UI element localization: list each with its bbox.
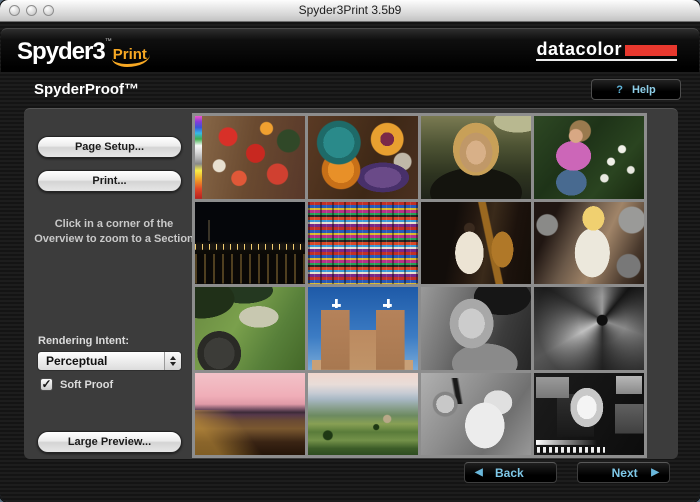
logo-print-text: Print [112, 46, 150, 67]
thumbnail-sunset-hills[interactable] [195, 373, 305, 456]
window-controls [9, 5, 54, 16]
app-window: Spyder3Print 3.5b9 Spyder3™Print datacol… [0, 0, 700, 502]
proof-grid [192, 113, 647, 458]
soft-proof-label: Soft Proof [60, 379, 113, 391]
thumbnail-adobe-church[interactable] [308, 287, 418, 370]
logo-three-text: 3 [92, 38, 104, 65]
next-label: Next [612, 466, 638, 480]
window-close-button[interactable] [9, 5, 20, 16]
soft-proof-row[interactable]: ✓ Soft Proof [40, 378, 113, 391]
thumbnail-bw-test-collage[interactable] [534, 373, 644, 456]
help-label: Help [632, 84, 656, 96]
thumbnail-blonde-portrait[interactable] [421, 116, 531, 199]
thumbnail-bw-scooter[interactable] [421, 373, 531, 456]
thumbnail-tuscan-hills[interactable] [308, 373, 418, 456]
spyder3print-logo: Spyder3™Print [17, 38, 150, 66]
thumbnail-bw-portrait[interactable] [421, 287, 531, 370]
rendering-intent-label: Rendering Intent: [38, 335, 129, 347]
page-setup-button[interactable]: Page Setup... [37, 136, 182, 158]
back-arrow-icon: ◀ [475, 468, 483, 478]
thumbnail-spiral-staircase[interactable] [534, 287, 644, 370]
window-title: Spyder3Print 3.5b9 [0, 0, 700, 21]
instruction-line-1: Click in a corner of the [55, 218, 174, 230]
thumbnail-garden-urn[interactable] [195, 287, 305, 370]
window-titlebar: Spyder3Print 3.5b9 [0, 0, 700, 22]
help-icon: ? [616, 84, 623, 96]
print-button[interactable]: Print... [37, 170, 182, 192]
brand-bar: Spyder3™Print datacolor [1, 28, 699, 72]
chevron-down-icon [170, 362, 176, 369]
datacolor-wordmark: datacolor [536, 42, 622, 56]
logo-tm-mark: ™ [105, 38, 112, 45]
back-button[interactable]: ◀ Back [464, 462, 557, 483]
thumbnail-painted-plates[interactable] [308, 116, 418, 199]
instruction-line-2: Overview to zoom to a Section [34, 233, 194, 245]
content-panel: Page Setup... Print... Click in a corner… [24, 108, 678, 459]
rendering-intent-value: Perceptual [38, 354, 164, 368]
chevron-up-icon [170, 353, 176, 360]
page-title: SpyderProof™ [34, 81, 139, 98]
back-label: Back [495, 466, 524, 480]
large-preview-button[interactable]: Large Preview... [37, 431, 182, 453]
thumbnail-mirror-spheres[interactable] [534, 202, 644, 285]
instruction-text: Click in a corner of the Overview to zoo… [26, 217, 202, 247]
thumbnail-girl-flowers[interactable] [534, 116, 644, 199]
datacolor-logo: datacolor [536, 42, 677, 61]
checkmark-icon: ✓ [41, 378, 51, 390]
thumbnail-textiles[interactable] [308, 202, 418, 285]
next-arrow-icon: ▶ [651, 468, 659, 478]
window-minimize-button[interactable] [26, 5, 37, 16]
help-button[interactable]: ? Help [591, 79, 681, 100]
next-button[interactable]: Next ▶ [577, 462, 670, 483]
thumbnail-chili-peppers[interactable] [195, 116, 305, 199]
soft-proof-checkbox[interactable]: ✓ [40, 378, 53, 391]
datacolor-red-block [625, 45, 677, 56]
page-header: SpyderProof™ ? Help [0, 78, 700, 104]
thumbnail-bass-player[interactable] [421, 202, 531, 285]
window-zoom-button[interactable] [43, 5, 54, 16]
thumbnail-night-skyline[interactable] [195, 202, 305, 285]
logo-spyder-text: Spyder [17, 38, 92, 65]
rendering-intent-select[interactable]: Perceptual [37, 351, 182, 371]
updown-stepper-icon [164, 352, 181, 370]
